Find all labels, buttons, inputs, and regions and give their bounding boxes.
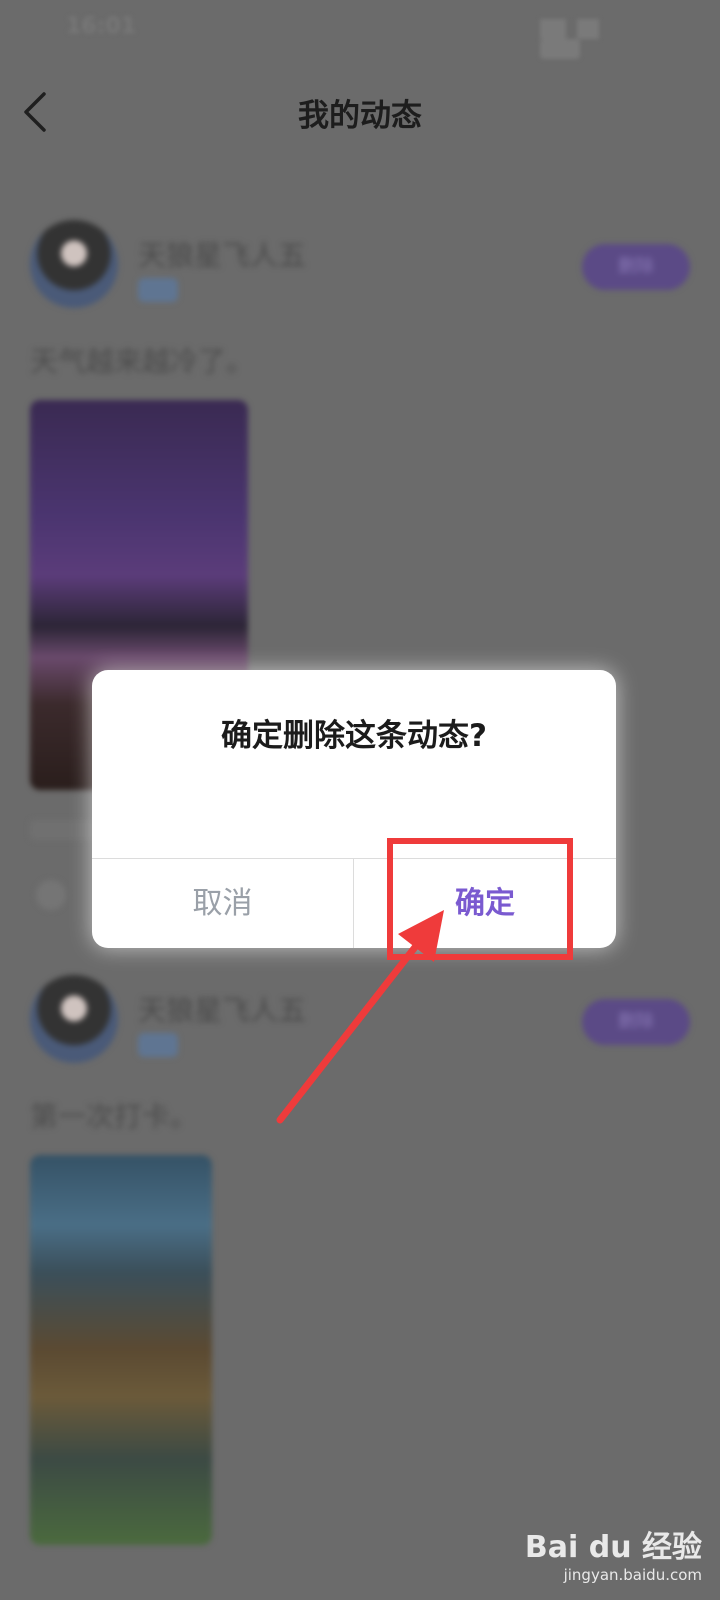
status-time: 16:01 bbox=[66, 14, 137, 39]
cancel-button[interactable]: 取消 bbox=[92, 859, 353, 948]
delete-button[interactable]: 删除 bbox=[582, 999, 690, 1045]
watermark-logo: Bai du 经验 bbox=[524, 1530, 702, 1565]
post-text: 天气越来越冷了。 bbox=[30, 345, 255, 378]
signal-icon bbox=[540, 18, 566, 39]
like-icon[interactable] bbox=[36, 880, 66, 910]
status-bar: 16:01 bbox=[0, 0, 720, 59]
user-tag bbox=[138, 278, 178, 302]
avatar[interactable] bbox=[30, 220, 118, 308]
post-card: 天狼星飞人五 删除 第一次打卡。 bbox=[0, 975, 720, 1595]
avatar[interactable] bbox=[30, 975, 118, 1063]
dialog-title: 确定删除这条动态? bbox=[221, 718, 487, 754]
delete-button[interactable]: 删除 bbox=[582, 244, 690, 290]
annotation-highlight-box bbox=[387, 838, 573, 960]
screen: 16:01 我的动态 天狼星飞人五 删除 天气越来越冷了。 天狼星飞人五 删除 … bbox=[0, 0, 720, 1600]
post-image[interactable] bbox=[30, 1155, 212, 1545]
page-title: 我的动态 bbox=[298, 98, 422, 134]
wifi-icon bbox=[577, 18, 600, 39]
battery-icon bbox=[540, 39, 580, 59]
watermark-url: jingyan.baidu.com bbox=[563, 1566, 702, 1584]
nav-bar: 我的动态 bbox=[0, 70, 720, 154]
post-text: 第一次打卡。 bbox=[30, 1100, 199, 1133]
user-name: 天狼星飞人五 bbox=[138, 994, 307, 1027]
user-tag bbox=[138, 1033, 178, 1057]
watermark: Bai du 经验 jingyan.baidu.com bbox=[522, 1522, 702, 1592]
user-name: 天狼星飞人五 bbox=[138, 239, 307, 272]
status-icons bbox=[540, 18, 650, 59]
